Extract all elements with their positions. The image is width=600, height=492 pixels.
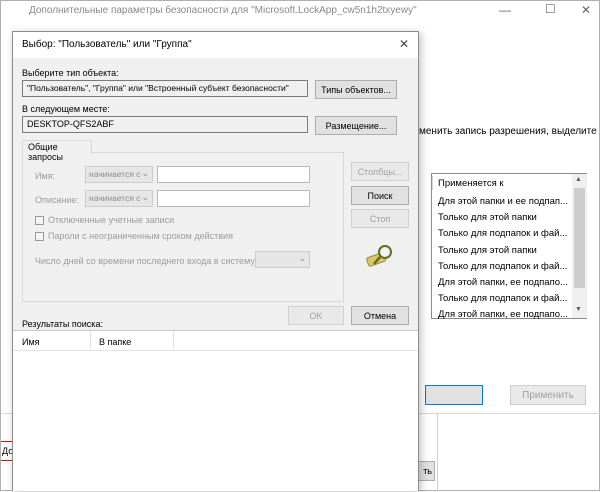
bottom-left-line <box>1 441 11 442</box>
ok-button-bg[interactable] <box>425 385 483 405</box>
columns-button[interactable]: Столбцы... <box>351 162 409 181</box>
description-match-combo[interactable]: начинается с ⌄ <box>85 190 153 207</box>
apply-button[interactable]: Применить <box>510 385 586 405</box>
search-magnifier-icon <box>365 244 395 270</box>
location-label: В следующем месте: <box>22 104 110 114</box>
permission-list[interactable]: Применяется к Для этой папки и ее подпап… <box>431 173 587 320</box>
list-item[interactable]: Для этой папки, ее подпапо... <box>438 309 568 325</box>
location-field: DESKTOP-QFS2ABF <box>22 116 308 133</box>
object-type-field: "Пользователь", "Группа" или "Встроенный… <box>22 80 308 97</box>
name-label: Имя: <box>35 171 56 181</box>
close-icon[interactable]: ✕ <box>399 37 409 51</box>
list-item[interactable]: Только для подпапок и фай... <box>438 293 568 309</box>
days-since-login-label: Число дней со времени последнего входа в… <box>35 256 258 266</box>
scroll-down-icon[interactable]: ▼ <box>575 306 582 313</box>
results-header: Имя В папке <box>13 331 418 351</box>
search-button[interactable]: Поиск <box>351 186 409 205</box>
search-results-table[interactable]: Имя В папке <box>13 330 418 491</box>
chevron-down-icon: ⌄ <box>141 168 149 178</box>
chevron-down-icon: ⌄ <box>141 192 149 202</box>
chevron-down-icon: ⌄ <box>298 253 306 263</box>
description-input[interactable] <box>157 190 310 207</box>
list-item[interactable]: Только для этой папки <box>438 245 568 261</box>
cancel-button[interactable]: Отмена <box>351 306 409 325</box>
ok-button[interactable]: OK <box>288 306 344 325</box>
name-input[interactable] <box>157 166 310 183</box>
list-item[interactable]: Только для этой папки <box>438 212 568 228</box>
description-label: Описание: <box>35 195 79 205</box>
list-item[interactable]: Только для подпапок и фай... <box>438 261 568 277</box>
non-expiring-password-checkbox[interactable] <box>35 232 44 241</box>
list-rows: Для этой папки и ее подпап... Только для… <box>438 196 568 326</box>
list-item[interactable]: Для этой папки и ее подпап... <box>438 196 568 212</box>
list-item[interactable]: Для этой папки, ее подпапо... <box>438 277 568 293</box>
search-results-label: Результаты поиска: <box>22 319 103 329</box>
close-icon[interactable]: ✕ <box>581 3 591 17</box>
instruction-text: менить запись разрешения, выделите <box>419 126 597 137</box>
list-item[interactable]: Только для подпапок и фай... <box>438 228 568 244</box>
object-type-label: Выберите тип объекта: <box>22 68 119 78</box>
dialog-title: Выбор: "Пользователь" или "Группа" <box>22 39 192 50</box>
select-user-group-dialog: Выбор: "Пользователь" или "Группа" ✕ Выб… <box>12 31 419 491</box>
name-match-combo[interactable]: начинается с ⌄ <box>85 166 153 183</box>
non-expiring-password-label: Пароли с неограниченным сроком действия <box>48 231 233 241</box>
window-title: Дополнительные параметры безопасности дл… <box>29 5 417 16</box>
dialog-title-bar: Выбор: "Пользователь" или "Группа" ✕ <box>13 32 418 58</box>
scroll-up-icon[interactable]: ▲ <box>575 176 582 183</box>
days-since-login-combo[interactable]: ⌄ <box>255 251 310 268</box>
stop-button[interactable]: Стоп <box>351 209 409 228</box>
disabled-accounts-label: Отключенные учетные записи <box>48 215 175 225</box>
maximize-icon[interactable]: ☐ <box>545 2 556 16</box>
vertical-scrollbar[interactable]: ▲ ▼ <box>572 174 587 318</box>
scrollbar-thumb[interactable] <box>574 188 585 288</box>
column-header-name[interactable]: Имя <box>22 337 40 347</box>
minimize-icon[interactable]: — <box>499 3 511 17</box>
column-header-folder[interactable]: В папке <box>99 337 131 347</box>
disabled-accounts-checkbox[interactable] <box>35 216 44 225</box>
tab-common-queries[interactable]: Общие запросы <box>22 140 92 162</box>
column-header-applies-to[interactable]: Применяется к <box>438 178 504 189</box>
object-types-button[interactable]: Типы объектов... <box>315 80 397 99</box>
location-button[interactable]: Размещение... <box>315 116 397 135</box>
